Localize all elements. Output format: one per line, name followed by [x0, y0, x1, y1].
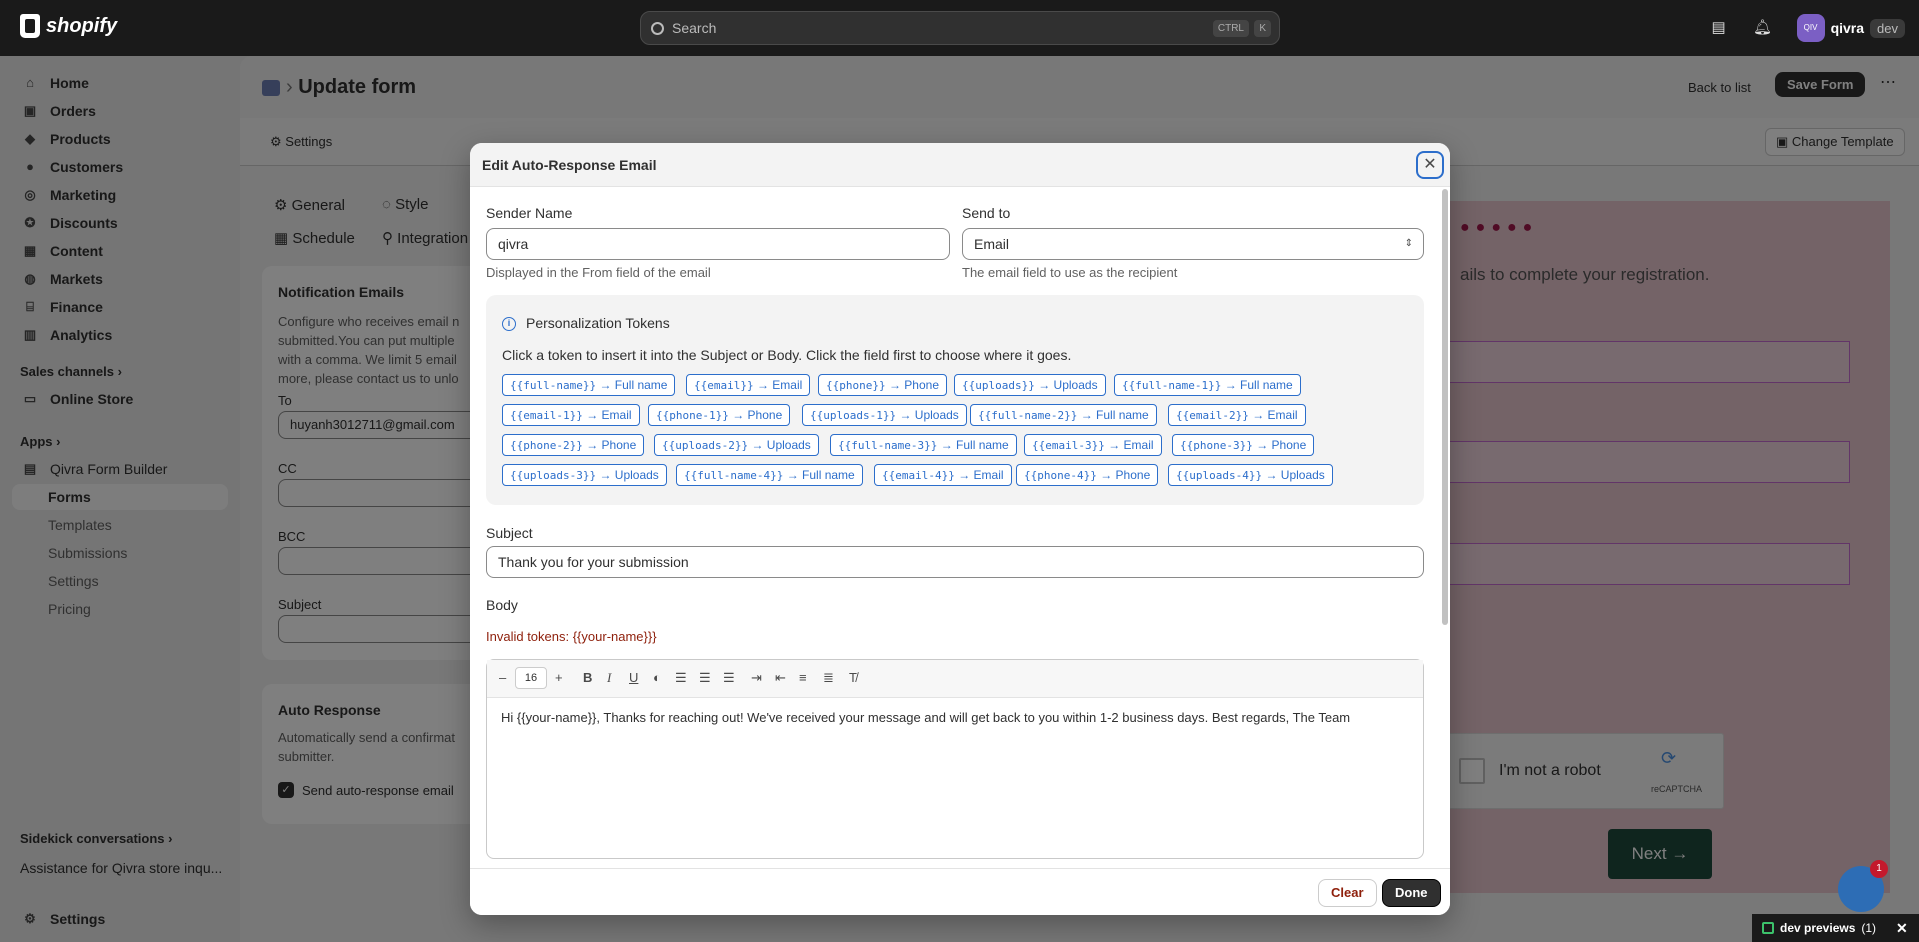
close-icon: ✕ — [1423, 156, 1437, 173]
italic-icon[interactable]: I — [607, 670, 611, 686]
invalid-tokens-error: Invalid tokens: {{your-name}}} — [486, 629, 657, 644]
store-name[interactable]: qivra — [1831, 20, 1864, 36]
bell-icon[interactable]: 🔔︎ — [1753, 18, 1773, 38]
dev-previews-bar[interactable]: dev previews (1) ✕ — [1752, 914, 1919, 942]
token-email-4[interactable]: {{email-4}} → Email — [874, 464, 1012, 486]
kbd-k: K — [1254, 20, 1271, 37]
body-editor: – 16 + B I U ◐ ☰ ☰ ☰ ⇥ ⇤ ≡ ≣ T̸ Hi {{you… — [486, 659, 1424, 859]
token-email-2[interactable]: {{email-2}} → Email — [1168, 404, 1306, 426]
send-to-label: Send to — [962, 205, 1011, 221]
subject-label: Subject — [486, 525, 533, 541]
token-full-name-1[interactable]: {{full-name-1}} → Full name — [1114, 374, 1301, 396]
inbox-icon[interactable]: ▤ — [1709, 18, 1729, 38]
font-increase-icon[interactable]: + — [555, 670, 563, 685]
token-full-name-2[interactable]: {{full-name-2}} → Full name — [970, 404, 1157, 426]
token-phone-3[interactable]: {{phone-3}} → Phone — [1172, 434, 1315, 456]
align-right-icon[interactable]: ☰ — [723, 670, 735, 686]
bold-icon[interactable]: B — [583, 670, 592, 685]
token-email-3[interactable]: {{email-3}} → Email — [1024, 434, 1162, 456]
editor-toolbar: – 16 + B I U ◐ ☰ ☰ ☰ ⇥ ⇤ ≡ ≣ T̸ — [487, 660, 1423, 698]
align-left-icon[interactable]: ☰ — [675, 670, 687, 686]
done-button[interactable]: Done — [1382, 879, 1441, 907]
body-text[interactable]: Hi {{your-name}}, Thanks for reaching ou… — [501, 708, 1411, 728]
close-button[interactable]: ✕ — [1416, 151, 1444, 179]
clear-format-icon[interactable]: T̸ — [849, 670, 857, 685]
chat-bubble[interactable]: 1 — [1838, 860, 1888, 912]
clear-button[interactable]: Clear — [1318, 879, 1377, 907]
info-icon: i — [502, 317, 516, 331]
token-phone-4[interactable]: {{phone-4}} → Phone — [1016, 464, 1159, 486]
shopify-bag-icon — [20, 14, 40, 38]
tokens-help: Click a token to insert it into the Subj… — [502, 347, 1072, 363]
select-chevron-icon: ⇕ — [1404, 238, 1413, 249]
token-phone[interactable]: {{phone}} → Phone — [818, 374, 947, 396]
personalization-tokens-panel: i Personalization Tokens Click a token t… — [486, 295, 1424, 505]
kbd-ctrl: CTRL — [1212, 20, 1249, 37]
search-placeholder: Search — [672, 20, 717, 36]
sender-name-label: Sender Name — [486, 205, 573, 221]
bullet-list-icon[interactable]: ≡ — [799, 670, 807, 685]
indent-icon[interactable]: ⇥ — [751, 670, 762, 686]
subject-input[interactable]: Thank you for your submission — [486, 546, 1424, 578]
modal-title: Edit Auto-Response Email — [482, 157, 657, 173]
top-right-controls: ▤ 🔔︎ QIV qivra dev — [1709, 0, 1919, 56]
token-uploads-1[interactable]: {{uploads-1}} → Uploads — [802, 404, 967, 426]
token-email[interactable]: {{email}} → Email — [686, 374, 811, 396]
underline-icon[interactable]: U — [629, 670, 638, 685]
token-phone-1[interactable]: {{phone-1}} → Phone — [648, 404, 791, 426]
preview-icon — [1762, 922, 1774, 934]
font-decrease-icon[interactable]: – — [499, 670, 506, 685]
color-palette-icon[interactable]: ◐ — [653, 670, 661, 685]
outdent-icon[interactable]: ⇤ — [775, 670, 786, 686]
chat-badge: 1 — [1870, 860, 1888, 878]
sender-name-help: Displayed in the From field of the email — [486, 265, 711, 280]
top-bar: shopify Search CTRL K ▤ 🔔︎ QIV qivra dev — [0, 0, 1919, 56]
close-icon[interactable]: ✕ — [1896, 920, 1908, 937]
token-full-name-3[interactable]: {{full-name-3}} → Full name — [830, 434, 1017, 456]
shopify-logo[interactable]: shopify — [20, 14, 117, 38]
send-to-help: The email field to use as the recipient — [962, 265, 1178, 280]
modal-header: Edit Auto-Response Email ✕ — [470, 143, 1450, 187]
token-phone-2[interactable]: {{phone-2}} → Phone — [502, 434, 645, 456]
modal-footer: Clear Done — [470, 868, 1450, 915]
env-badge: dev — [1870, 18, 1905, 38]
numbered-list-icon[interactable]: ≣ — [823, 670, 834, 686]
search-icon — [651, 21, 664, 35]
token-uploads[interactable]: {{uploads}} → Uploads — [954, 374, 1106, 396]
token-email-1[interactable]: {{email-1}} → Email — [502, 404, 640, 426]
token-uploads-3[interactable]: {{uploads-3}} → Uploads — [502, 464, 667, 486]
logo-text: shopify — [46, 14, 118, 37]
avatar[interactable]: QIV — [1796, 14, 1825, 42]
body-label: Body — [486, 597, 518, 613]
token-uploads-4[interactable]: {{uploads-4}} → Uploads — [1168, 464, 1333, 486]
token-uploads-2[interactable]: {{uploads-2}} → Uploads — [654, 434, 819, 456]
font-size-input[interactable]: 16 — [515, 667, 547, 689]
search-input[interactable]: Search CTRL K — [640, 11, 1280, 45]
token-full-name[interactable]: {{full-name}} → Full name — [502, 374, 676, 396]
edit-auto-response-modal: Edit Auto-Response Email ✕ Sender Name q… — [470, 143, 1450, 915]
send-to-select[interactable]: Email ⇕ — [962, 228, 1424, 260]
modal-scrollbar[interactable] — [1442, 189, 1448, 625]
sender-name-input[interactable]: qivra — [486, 228, 950, 260]
tokens-title: Personalization Tokens — [526, 315, 670, 331]
align-center-icon[interactable]: ☰ — [699, 670, 711, 686]
token-full-name-4[interactable]: {{full-name-4}} → Full name — [676, 464, 863, 486]
